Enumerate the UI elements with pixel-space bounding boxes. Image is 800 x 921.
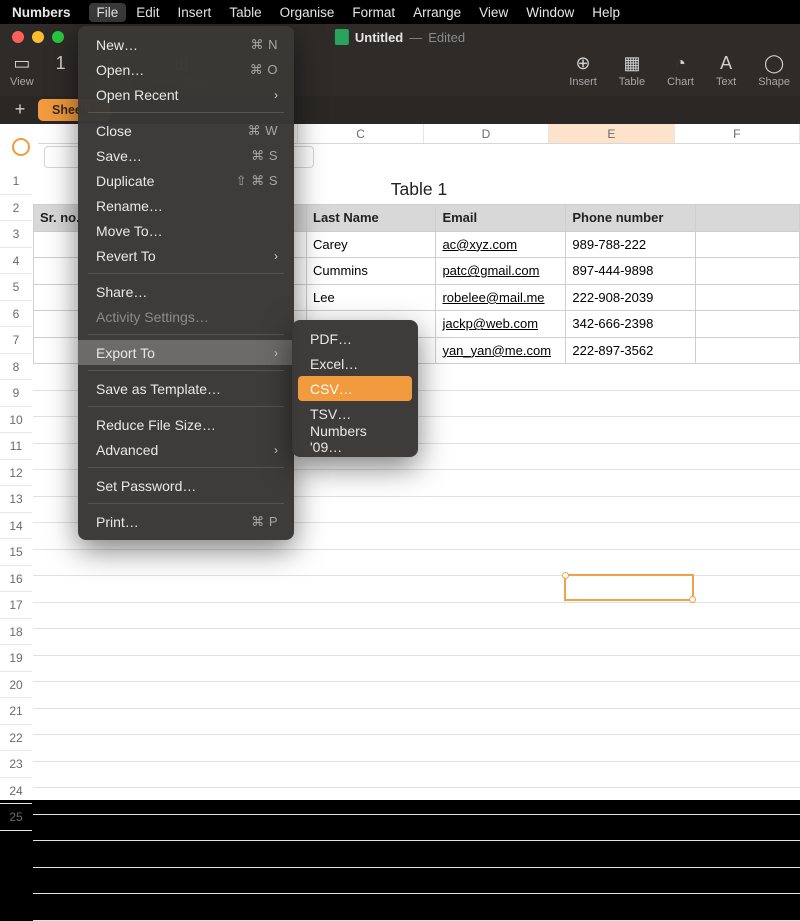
app-name: Numbers: [12, 5, 71, 20]
menu-item-revert-to[interactable]: Revert To›: [78, 243, 294, 268]
table-button[interactable]: ▦Table: [619, 52, 645, 88]
email-link[interactable]: patc@gmail.com: [442, 263, 539, 278]
traffic-lights[interactable]: [12, 31, 64, 43]
table-handle-icon[interactable]: [12, 138, 30, 156]
email-link[interactable]: ac@xyz.com: [442, 237, 517, 252]
row-headers[interactable]: 1234567891011121314151617181920212223242…: [0, 168, 32, 800]
col-header[interactable]: C: [298, 124, 423, 143]
menu-help[interactable]: Help: [592, 5, 620, 20]
menu-window[interactable]: Window: [526, 5, 574, 20]
row-header[interactable]: 20: [0, 672, 32, 699]
selection-handle-icon[interactable]: [562, 572, 569, 579]
export-to-submenu[interactable]: PDF…Excel…CSV…TSV…Numbers '09…: [292, 320, 418, 457]
add-sheet-button[interactable]: +: [8, 99, 32, 121]
row-header[interactable]: 10: [0, 407, 32, 434]
menu-table[interactable]: Table: [229, 5, 261, 20]
menu-format[interactable]: Format: [352, 5, 395, 20]
menu-file[interactable]: File: [89, 3, 127, 22]
menu-item-save-[interactable]: Save…⌘ S: [78, 143, 294, 168]
export-pdf-[interactable]: PDF…: [292, 326, 418, 351]
email-link[interactable]: robelee@mail.me: [442, 290, 544, 305]
row-header[interactable]: 13: [0, 486, 32, 513]
row-header[interactable]: 9: [0, 380, 32, 407]
email-link[interactable]: jackp@web.com: [442, 316, 538, 331]
file-menu[interactable]: New…⌘ NOpen…⌘ OOpen Recent› Close⌘ WSave……: [78, 26, 294, 540]
row-header[interactable]: 16: [0, 566, 32, 593]
row-header[interactable]: 17: [0, 592, 32, 619]
row-header[interactable]: 8: [0, 354, 32, 381]
col-header[interactable]: F: [675, 124, 800, 143]
menu-item-share-[interactable]: Share…: [78, 279, 294, 304]
menu-edit[interactable]: Edit: [136, 5, 159, 20]
close-window-icon[interactable]: [12, 31, 24, 43]
menu-item-open-recent[interactable]: Open Recent›: [78, 82, 294, 107]
document-icon: [335, 29, 349, 45]
row-header[interactable]: 15: [0, 539, 32, 566]
menu-item-duplicate[interactable]: Duplicate⇧ ⌘ S: [78, 168, 294, 193]
row-header[interactable]: 11: [0, 433, 32, 460]
edited-label: Edited: [428, 30, 465, 45]
menu-item-export-to[interactable]: Export To›: [78, 340, 294, 365]
chevron-right-icon: ›: [274, 249, 278, 263]
chevron-right-icon: ›: [274, 88, 278, 102]
row-header[interactable]: 1: [0, 168, 32, 195]
zoom-window-icon[interactable]: [52, 31, 64, 43]
cell-selection[interactable]: [564, 574, 694, 601]
row-header[interactable]: 25: [0, 804, 32, 831]
chevron-right-icon: ›: [274, 346, 278, 360]
row-header[interactable]: 7: [0, 327, 32, 354]
row-header[interactable]: 23: [0, 751, 32, 778]
menu-item-advanced[interactable]: Advanced›: [78, 437, 294, 462]
menu-item-open-[interactable]: Open…⌘ O: [78, 57, 294, 82]
export-excel-[interactable]: Excel…: [292, 351, 418, 376]
row-header[interactable]: 6: [0, 301, 32, 328]
row-header[interactable]: 4: [0, 248, 32, 275]
col-header[interactable]: D: [424, 124, 549, 143]
menu-item-move-to-[interactable]: Move To…: [78, 218, 294, 243]
zoom-button[interactable]: 1: [56, 52, 66, 76]
row-header[interactable]: 12: [0, 460, 32, 487]
menu-view[interactable]: View: [479, 5, 508, 20]
menu-item-save-as-template-[interactable]: Save as Template…: [78, 376, 294, 401]
row-header[interactable]: 3: [0, 221, 32, 248]
view-button[interactable]: ▭View: [10, 52, 34, 88]
shape-button[interactable]: ◯Shape: [758, 52, 790, 88]
chevron-right-icon: ›: [274, 443, 278, 457]
menu-organise[interactable]: Organise: [280, 5, 335, 20]
menu-item-new-[interactable]: New…⌘ N: [78, 32, 294, 57]
col-header[interactable]: E: [549, 124, 674, 143]
row-header[interactable]: 22: [0, 725, 32, 752]
email-link[interactable]: yan_yan@me.com: [442, 343, 551, 358]
row-header[interactable]: 19: [0, 645, 32, 672]
menu-item-set-password-[interactable]: Set Password…: [78, 473, 294, 498]
row-header[interactable]: 18: [0, 619, 32, 646]
export-csv-[interactable]: CSV…: [298, 376, 412, 401]
document-title[interactable]: Untitled: [355, 30, 403, 45]
selection-handle-icon[interactable]: [689, 596, 696, 603]
menu-item-close[interactable]: Close⌘ W: [78, 118, 294, 143]
text-button[interactable]: AText: [716, 52, 736, 88]
menubar: Numbers File Edit Insert Table Organise Forma…: [0, 0, 800, 24]
menu-insert[interactable]: Insert: [178, 5, 212, 20]
menu-item-activity-settings-: Activity Settings…: [78, 304, 294, 329]
row-header[interactable]: 5: [0, 274, 32, 301]
insert-button[interactable]: ⊕Insert: [569, 52, 597, 88]
menu-item-print-[interactable]: Print…⌘ P: [78, 509, 294, 534]
row-header[interactable]: 14: [0, 513, 32, 540]
chart-button[interactable]: ◔Chart: [667, 52, 694, 88]
menu-item-rename-[interactable]: Rename…: [78, 193, 294, 218]
export-numbers-09-[interactable]: Numbers '09…: [292, 426, 418, 451]
minimize-window-icon[interactable]: [32, 31, 44, 43]
menu-arrange[interactable]: Arrange: [413, 5, 461, 20]
row-header[interactable]: 24: [0, 778, 32, 805]
row-header[interactable]: 2: [0, 195, 32, 222]
row-header[interactable]: 21: [0, 698, 32, 725]
menu-item-reduce-file-size-[interactable]: Reduce File Size…: [78, 412, 294, 437]
